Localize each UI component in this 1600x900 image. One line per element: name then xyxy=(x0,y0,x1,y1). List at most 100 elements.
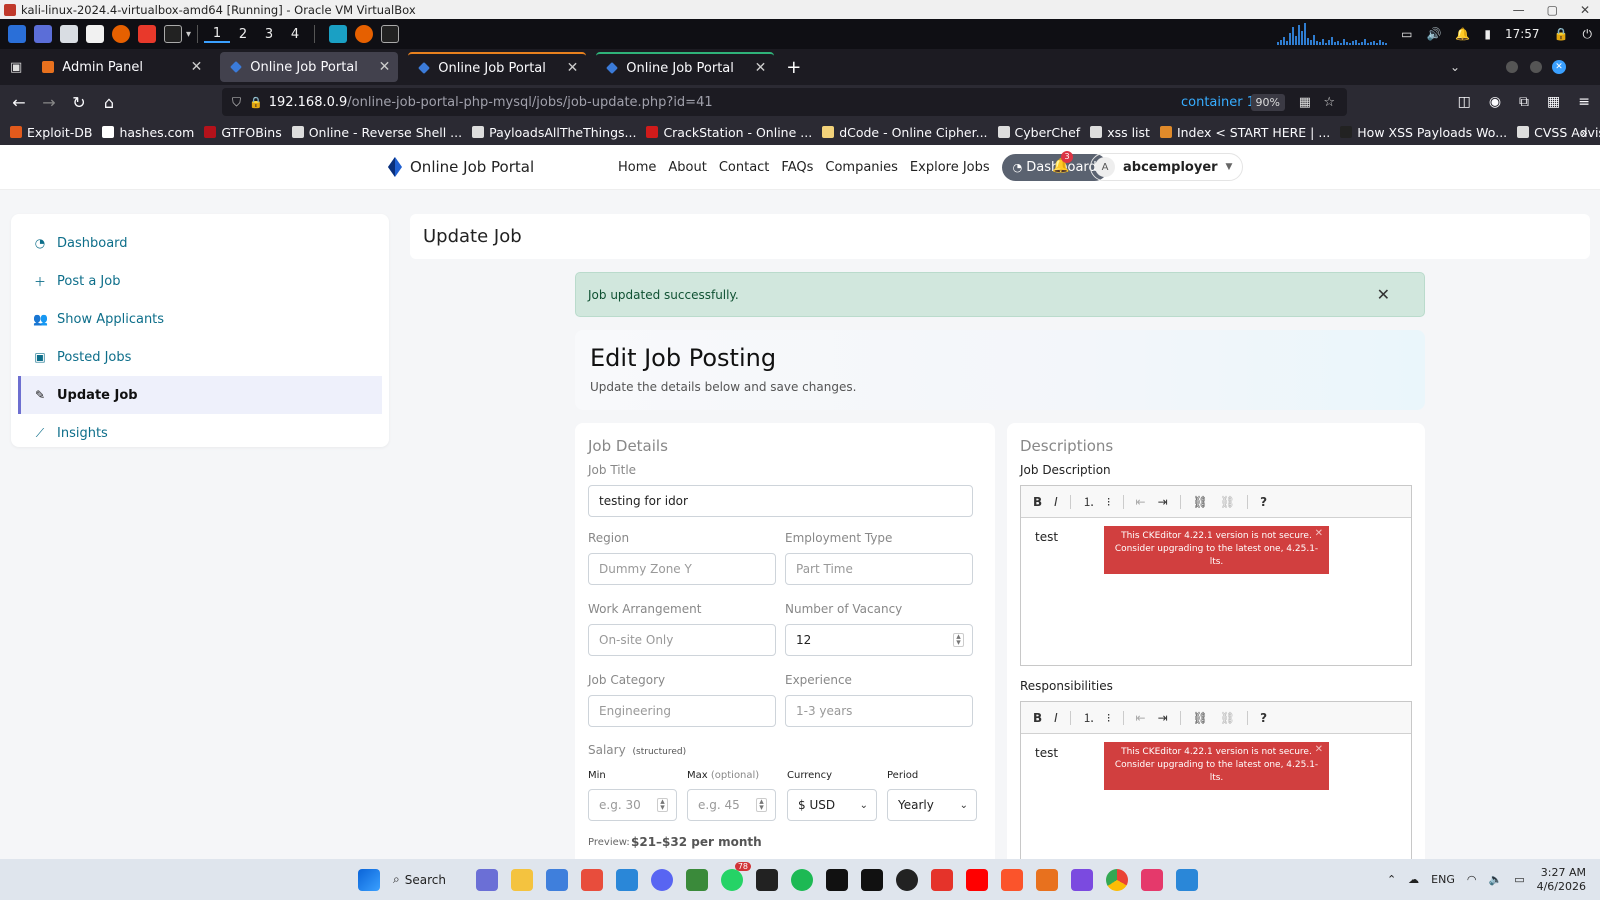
tab-admin-panel[interactable]: Admin Panel ✕ xyxy=(32,52,210,82)
bookmark-item[interactable]: PayloadsAllTheThings... xyxy=(472,125,636,140)
sidebar-item-posted-jobs[interactable]: ▣ Posted Jobs xyxy=(11,338,389,376)
italic-icon[interactable]: I xyxy=(1054,495,1058,509)
close-icon[interactable]: ✕ xyxy=(1377,285,1390,304)
power-icon[interactable]: ⏻ xyxy=(1583,27,1593,42)
bookmark-item[interactable]: Index < START HERE | ... xyxy=(1159,125,1330,140)
sidebar-item-update-job[interactable]: ✎ Update Job xyxy=(18,376,382,414)
close-window-button[interactable]: ✕ xyxy=(1580,3,1590,17)
display-icon[interactable]: ▭ xyxy=(1401,27,1412,41)
bookmark-item[interactable]: CyberChef xyxy=(997,125,1080,140)
maximize-browser-icon[interactable] xyxy=(1530,61,1542,73)
job-category-input[interactable]: Engineering xyxy=(588,695,776,727)
unlink-icon[interactable]: ⛓ xyxy=(1220,495,1235,509)
close-tab-icon[interactable]: ✕ xyxy=(755,60,767,76)
app-icon[interactable] xyxy=(1141,868,1163,891)
windows-start-icon[interactable] xyxy=(358,868,380,891)
store-icon[interactable] xyxy=(546,868,568,891)
container-label[interactable]: container 1 xyxy=(1181,95,1255,110)
brave-icon[interactable] xyxy=(138,25,156,43)
workspace-2[interactable]: 2 xyxy=(230,27,256,42)
vscode-icon[interactable] xyxy=(616,868,638,891)
bookmark-item[interactable]: GTFOBins xyxy=(204,125,282,140)
discord-icon[interactable] xyxy=(651,868,673,891)
stepper-icon[interactable]: ▴ ▾ xyxy=(657,798,668,813)
chatgpt-icon[interactable] xyxy=(826,868,848,891)
kali-menu-icon[interactable] xyxy=(8,25,26,43)
app-icon[interactable] xyxy=(329,25,348,43)
terminal-window-icon[interactable] xyxy=(381,25,400,43)
bold-icon[interactable]: B xyxy=(1033,711,1042,725)
gmail-icon[interactable] xyxy=(581,868,603,891)
cloud-icon[interactable]: ☁ xyxy=(1408,873,1419,886)
new-tab-icon[interactable]: + xyxy=(786,57,801,78)
reload-icon[interactable]: ↻ xyxy=(64,93,94,112)
bulleted-list-icon[interactable]: ⁝ xyxy=(1107,495,1111,509)
nav-about[interactable]: About xyxy=(668,160,706,175)
firefox-window-icon[interactable] xyxy=(355,25,374,43)
battery-icon[interactable]: ▭ xyxy=(1514,873,1524,886)
zoom-level[interactable]: 90% xyxy=(1250,93,1285,111)
volume-icon[interactable]: 🔊 xyxy=(1426,27,1441,41)
close-icon[interactable]: ✕ xyxy=(1315,743,1323,756)
volume-icon[interactable]: 🔈 xyxy=(1488,873,1502,886)
minimize-browser-icon[interactable] xyxy=(1506,61,1518,73)
chevron-down-icon[interactable]: ▾ xyxy=(186,29,191,40)
job-description-editor[interactable]: B I ⒈ ⁝ ⇤ ⇥ ⛓ ⛓ ? test This CKEditor 4.2… xyxy=(1020,485,1412,666)
nav-contact[interactable]: Contact xyxy=(719,160,770,175)
menu-icon[interactable]: ≡ xyxy=(1578,94,1590,110)
job-title-input[interactable]: testing for idor xyxy=(588,485,973,517)
bookmark-item[interactable]: hashes.com xyxy=(102,125,194,140)
help-icon[interactable]: ? xyxy=(1260,711,1267,725)
chrome-icon[interactable] xyxy=(1106,868,1128,891)
tab-list-icon[interactable]: ▣ xyxy=(10,60,22,75)
desktop-icon[interactable] xyxy=(34,25,52,43)
file-manager-icon[interactable] xyxy=(60,25,78,43)
bulleted-list-icon[interactable]: ⁝ xyxy=(1107,711,1111,725)
unlink-icon[interactable]: ⛓ xyxy=(1220,711,1235,725)
sidebar-item-show-applicants[interactable]: 👥 Show Applicants xyxy=(11,300,389,338)
back-icon[interactable]: ← xyxy=(4,93,34,112)
link-icon[interactable]: ⛓ xyxy=(1193,495,1208,509)
account-icon[interactable]: ◉ xyxy=(1489,94,1501,110)
youtube-icon[interactable] xyxy=(966,868,988,891)
notepad-icon[interactable] xyxy=(1176,868,1198,891)
hack-icon[interactable] xyxy=(931,868,953,891)
workspace-4[interactable]: 4 xyxy=(282,27,308,42)
work-arrangement-input[interactable]: On-site Only xyxy=(588,624,776,656)
bookmark-item[interactable]: dCode - Online Cipher... xyxy=(822,125,988,140)
chevron-up-icon[interactable]: ⌃ xyxy=(1387,873,1396,886)
chess-icon[interactable] xyxy=(686,868,708,891)
employment-type-input[interactable]: Part Time xyxy=(785,553,973,585)
github-icon[interactable] xyxy=(896,868,918,891)
minimize-button[interactable]: — xyxy=(1513,3,1525,17)
nav-companies[interactable]: Companies xyxy=(825,160,898,175)
notification-bell-icon[interactable]: 🔔 xyxy=(1455,27,1470,41)
outdent-icon[interactable]: ⇤ xyxy=(1136,495,1146,509)
nav-faqs[interactable]: FAQs xyxy=(781,160,813,175)
tab-online-job-portal-2[interactable]: Online Job Portal ✕ xyxy=(408,52,587,82)
url-bar[interactable]: ⛉ 🔒 192.168.0.9/online-job-portal-php-my… xyxy=(222,88,1347,116)
whatsapp-icon[interactable]: 78 xyxy=(721,861,751,891)
file-explorer-icon[interactable] xyxy=(511,868,533,891)
workspace-3[interactable]: 3 xyxy=(256,27,282,42)
indent-icon[interactable]: ⇥ xyxy=(1158,711,1168,725)
list-all-tabs-icon[interactable]: ⌄ xyxy=(1450,60,1460,74)
lock-icon[interactable]: 🔒 xyxy=(1554,27,1569,41)
close-tab-icon[interactable]: ✕ xyxy=(379,59,391,75)
close-icon[interactable]: ✕ xyxy=(1315,527,1323,540)
sidebar-item-post-job[interactable]: ＋ Post a Job xyxy=(11,262,389,300)
currency-select[interactable]: $ USD ⌄ xyxy=(787,789,877,821)
experience-input[interactable]: 1-3 years xyxy=(785,695,973,727)
workspace-1[interactable]: 1 xyxy=(204,26,231,43)
stepper-icon[interactable]: ▴ ▾ xyxy=(953,633,964,648)
user-menu[interactable]: A abcemployer ▼ xyxy=(1090,153,1244,181)
lock-icon[interactable]: 🔒 xyxy=(249,96,263,109)
bookmark-item[interactable]: CrackStation - Online ... xyxy=(646,125,812,140)
close-tab-icon[interactable]: ✕ xyxy=(567,60,579,76)
numbered-list-icon[interactable]: ⒈ xyxy=(1083,709,1095,726)
link-icon[interactable]: ⛓ xyxy=(1193,711,1208,725)
site-brand[interactable]: Online Job Portal xyxy=(388,157,534,177)
burp-icon[interactable] xyxy=(1036,868,1058,891)
apps-icon[interactable]: ▦ xyxy=(1547,94,1560,110)
sidebar-item-insights[interactable]: ⟋ Insights xyxy=(11,414,389,452)
